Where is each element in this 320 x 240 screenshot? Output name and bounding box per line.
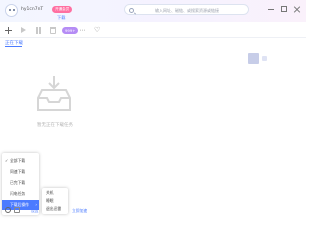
status-bar: 设置 立即加速 (0, 204, 306, 216)
minimize-icon[interactable] (268, 6, 274, 12)
gear-icon[interactable] (5, 207, 11, 213)
close-icon[interactable] (294, 6, 300, 12)
settings-label[interactable]: 设置 (31, 208, 39, 214)
avatar-icon[interactable] (5, 4, 18, 17)
add-icon[interactable] (5, 27, 12, 34)
pause-icon[interactable] (35, 27, 42, 34)
maximize-icon[interactable] (281, 6, 287, 12)
empty-box-icon (37, 76, 71, 111)
submenu-item-shutdown[interactable]: 关机 (42, 189, 68, 197)
delete-icon[interactable] (50, 27, 56, 34)
empty-message: 暂无正在下载任务 (37, 123, 73, 128)
floating-widget[interactable] (248, 53, 259, 64)
count-badge[interactable]: 999+ (62, 27, 79, 34)
menu-item-label: 已完下载 (10, 180, 26, 185)
menu-item-label: 同速下载 (10, 169, 26, 174)
start-icon[interactable] (20, 27, 27, 34)
menu-item-label: 全部下载 (10, 158, 26, 163)
menu-item-flash[interactable]: 闪电任务 (2, 189, 39, 199)
menu-item-same-speed[interactable]: 同速下载 (2, 167, 39, 177)
vip-badge[interactable]: 开通会员 (52, 6, 73, 13)
username[interactable]: hy1cn7nT (21, 7, 43, 12)
menu-item-all[interactable]: ✓ 全部下载 (2, 156, 39, 166)
section-underline (5, 46, 22, 47)
tab-download[interactable]: 下载 (57, 15, 65, 21)
toolbar: 999+ ⋯ ♡ (0, 24, 306, 38)
floating-widget-dot (262, 56, 267, 61)
speedup-link[interactable]: 立即加速 (72, 208, 87, 214)
window-icon[interactable] (14, 207, 20, 213)
menu-item-completed[interactable]: 已完下载 (2, 178, 39, 188)
search-placeholder: 输入网址、磁链、或搜索资源或链接 (155, 7, 219, 13)
heart-icon[interactable]: ♡ (94, 27, 101, 34)
menu-item-label: 闪电任务 (10, 191, 26, 196)
check-icon: ✓ (5, 158, 9, 163)
more-icon[interactable]: ⋯ (79, 27, 86, 34)
search-input[interactable]: 输入网址、磁链、或搜索资源或链接 (124, 4, 249, 15)
window-controls (268, 6, 302, 14)
title-bar: hy1cn7nT 开通会员 下载 输入网址、磁链、或搜索资源或链接 (0, 0, 306, 22)
search-icon (129, 7, 134, 13)
